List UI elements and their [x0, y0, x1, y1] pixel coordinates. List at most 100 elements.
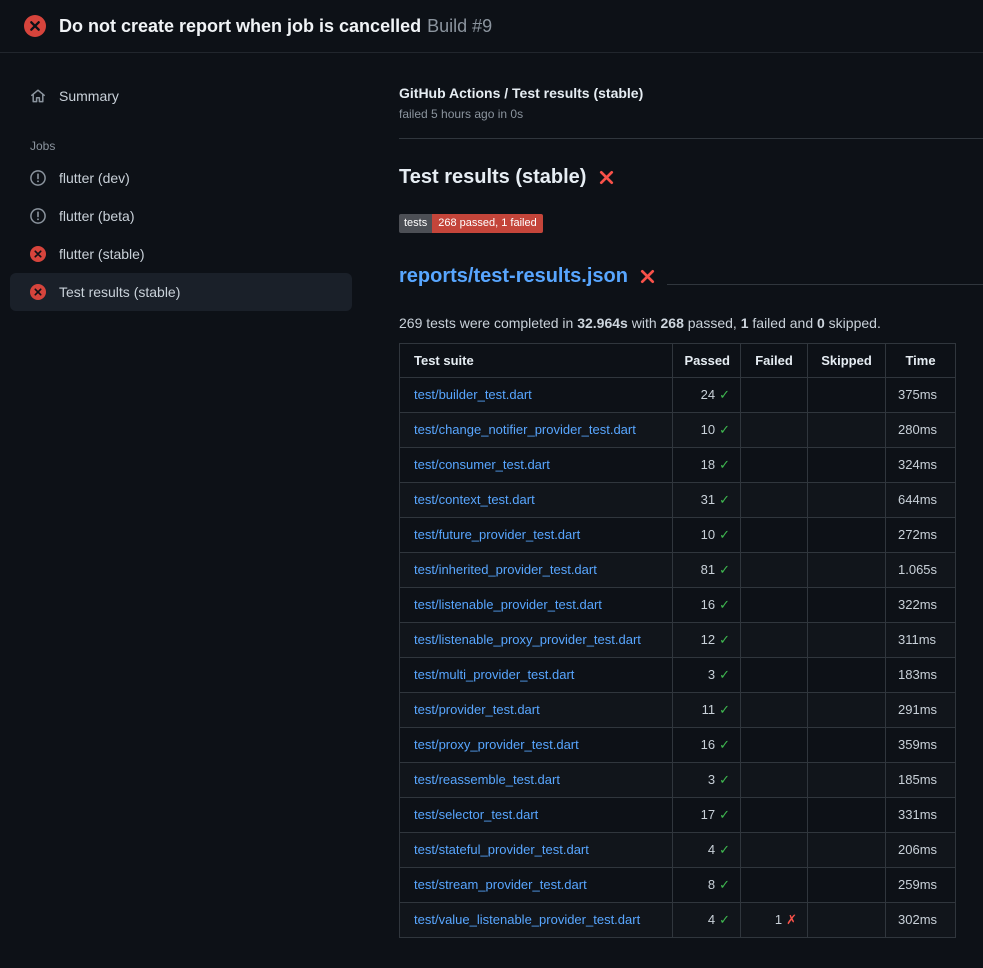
check-icon: ✓	[719, 422, 730, 437]
report-file-link[interactable]: reports/test-results.json	[399, 265, 628, 288]
suite-cell: test/provider_test.dart	[400, 692, 673, 727]
table-row: test/reassemble_test.dart 3✓ 185ms	[400, 762, 956, 797]
table-row: test/value_listenable_provider_test.dart…	[400, 902, 956, 937]
skipped-cell	[808, 447, 886, 482]
page-title: Do not create report when job is cancell…	[59, 15, 492, 38]
skipped-cell	[808, 517, 886, 552]
failed-cell	[741, 657, 808, 692]
failed-status-icon	[30, 246, 46, 262]
build-header: Do not create report when job is cancell…	[0, 0, 983, 53]
passed-cell: 3✓	[673, 657, 741, 692]
sidebar-job-flutter-beta[interactable]: flutter (beta)	[10, 197, 352, 235]
table-row: test/stateful_provider_test.dart 4✓ 206m…	[400, 832, 956, 867]
summary-duration: 32.964s	[577, 315, 628, 331]
check-icon: ✓	[719, 597, 730, 612]
test-suite-link[interactable]: test/proxy_provider_test.dart	[414, 737, 579, 752]
check-icon: ✓	[719, 527, 730, 542]
table-row: test/proxy_provider_test.dart 16✓ 359ms	[400, 727, 956, 762]
failed-cell	[741, 622, 808, 657]
table-header-row: Test suite Passed Failed Skipped Time	[400, 343, 956, 377]
col-header-test-suite: Test suite	[400, 343, 673, 377]
build-number: Build #9	[427, 16, 492, 36]
time-cell: 311ms	[886, 622, 956, 657]
test-suite-link[interactable]: test/future_provider_test.dart	[414, 527, 580, 542]
sidebar-job-flutter-stable[interactable]: flutter (stable)	[10, 235, 352, 273]
test-suite-link[interactable]: test/multi_provider_test.dart	[414, 667, 574, 682]
sidebar-job-flutter-dev[interactable]: flutter (dev)	[10, 159, 352, 197]
job-label: flutter (dev)	[59, 170, 130, 186]
table-row: test/stream_provider_test.dart 8✓ 259ms	[400, 867, 956, 902]
test-suite-link[interactable]: test/provider_test.dart	[414, 702, 540, 717]
test-suite-link[interactable]: test/listenable_proxy_provider_test.dart	[414, 632, 641, 647]
check-icon: ✓	[719, 457, 730, 472]
passed-cell: 10✓	[673, 517, 741, 552]
build-title-text: Do not create report when job is cancell…	[59, 16, 421, 36]
skipped-cell	[808, 692, 886, 727]
skipped-cell	[808, 587, 886, 622]
sidebar-job-test-results-stable[interactable]: Test results (stable)	[10, 273, 352, 311]
check-icon: ✓	[719, 702, 730, 717]
col-header-passed: Passed	[673, 343, 741, 377]
time-cell: 324ms	[886, 447, 956, 482]
passed-cell: 3✓	[673, 762, 741, 797]
test-suite-link[interactable]: test/reassemble_test.dart	[414, 772, 560, 787]
check-icon: ✓	[719, 562, 730, 577]
check-icon: ✓	[719, 772, 730, 787]
job-label: flutter (stable)	[59, 246, 145, 262]
time-cell: 331ms	[886, 797, 956, 832]
table-row: test/change_notifier_provider_test.dart …	[400, 412, 956, 447]
suite-cell: test/context_test.dart	[400, 482, 673, 517]
test-suite-link[interactable]: test/listenable_provider_test.dart	[414, 597, 602, 612]
passed-cell: 10✓	[673, 412, 741, 447]
table-row: test/consumer_test.dart 18✓ 324ms	[400, 447, 956, 482]
table-row: test/provider_test.dart 11✓ 291ms	[400, 692, 956, 727]
table-row: test/listenable_provider_test.dart 16✓ 3…	[400, 587, 956, 622]
test-suite-link[interactable]: test/stateful_provider_test.dart	[414, 842, 589, 857]
time-cell: 206ms	[886, 832, 956, 867]
failed-cell	[741, 377, 808, 412]
jobs-section-label: Jobs	[30, 139, 352, 153]
table-row: test/builder_test.dart 24✓ 375ms	[400, 377, 956, 412]
skipped-cell	[808, 622, 886, 657]
test-suite-link[interactable]: test/inherited_provider_test.dart	[414, 562, 597, 577]
suite-cell: test/proxy_provider_test.dart	[400, 727, 673, 762]
suite-cell: test/listenable_provider_test.dart	[400, 587, 673, 622]
neutral-status-icon	[30, 208, 46, 224]
skipped-cell	[808, 797, 886, 832]
results-table: Test suite Passed Failed Skipped Time te…	[399, 343, 956, 938]
time-cell: 1.065s	[886, 552, 956, 587]
time-cell: 272ms	[886, 517, 956, 552]
check-icon: ✓	[719, 842, 730, 857]
neutral-status-icon	[30, 170, 46, 186]
test-suite-link[interactable]: test/selector_test.dart	[414, 807, 538, 822]
check-icon: ✓	[719, 877, 730, 892]
test-suite-link[interactable]: test/consumer_test.dart	[414, 457, 550, 472]
build-failed-icon	[24, 15, 46, 37]
job-label: Test results (stable)	[59, 284, 180, 300]
col-header-time: Time	[886, 343, 956, 377]
suite-cell: test/builder_test.dart	[400, 377, 673, 412]
test-suite-link[interactable]: test/value_listenable_provider_test.dart	[414, 912, 640, 927]
check-icon: ✓	[719, 667, 730, 682]
test-suite-link[interactable]: test/change_notifier_provider_test.dart	[414, 422, 636, 437]
test-suite-link[interactable]: test/stream_provider_test.dart	[414, 877, 587, 892]
failed-cell	[741, 587, 808, 622]
cross-icon: ✗	[786, 912, 797, 927]
test-suite-link[interactable]: test/context_test.dart	[414, 492, 535, 507]
skipped-cell	[808, 552, 886, 587]
table-row: test/listenable_proxy_provider_test.dart…	[400, 622, 956, 657]
sidebar-item-summary[interactable]: Summary	[10, 79, 352, 113]
passed-cell: 4✓	[673, 832, 741, 867]
suite-cell: test/stream_provider_test.dart	[400, 867, 673, 902]
skipped-cell	[808, 832, 886, 867]
check-icon: ✓	[719, 912, 730, 927]
passed-cell: 17✓	[673, 797, 741, 832]
section-heading: Test results (stable)	[399, 166, 983, 189]
failed-cell	[741, 482, 808, 517]
col-header-skipped: Skipped	[808, 343, 886, 377]
failed-cell	[741, 727, 808, 762]
suite-cell: test/stateful_provider_test.dart	[400, 832, 673, 867]
skipped-cell	[808, 727, 886, 762]
test-suite-link[interactable]: test/builder_test.dart	[414, 387, 532, 402]
time-cell: 185ms	[886, 762, 956, 797]
